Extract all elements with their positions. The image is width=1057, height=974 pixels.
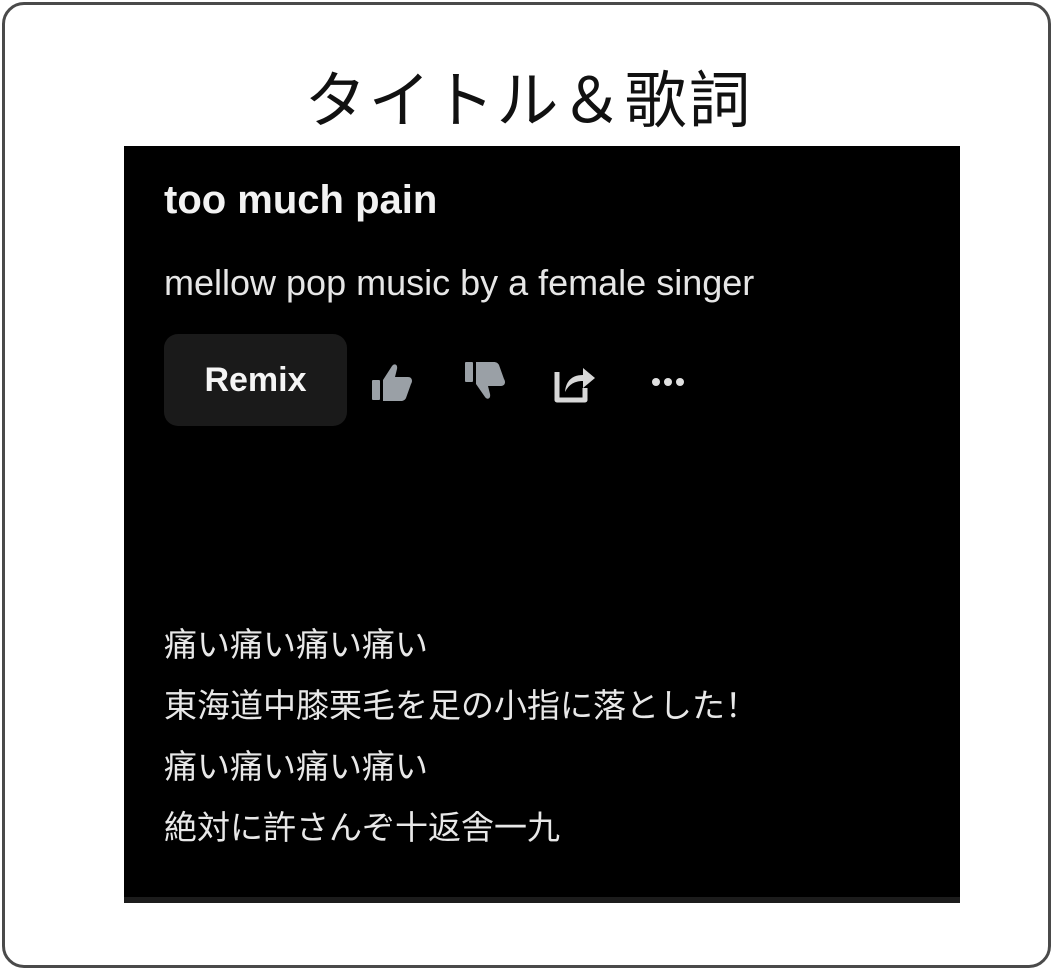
thumbs-down-icon[interactable]: [461, 358, 509, 406]
lyrics-block: 痛い痛い痛い痛い 東海道中膝栗毛を足の小指に落とした！ 痛い痛い痛い痛い 絶対に…: [164, 614, 758, 858]
lyric-line: 東海道中膝栗毛を足の小指に落とした！: [164, 686, 758, 725]
share-icon[interactable]: [551, 358, 599, 406]
lyric-line: 痛い痛い痛い痛い: [164, 747, 428, 786]
more-options-icon[interactable]: [644, 358, 692, 406]
song-title: too much pain: [164, 178, 438, 222]
song-panel: too much pain mellow pop music by a fema…: [124, 146, 960, 903]
remix-button[interactable]: Remix: [164, 334, 347, 426]
song-description: mellow pop music by a female singer: [164, 262, 755, 303]
thumbs-up-icon[interactable]: [368, 358, 416, 406]
lyric-line: 絶対に許さんぞ十返舎一九: [164, 808, 560, 847]
page-heading: タイトル＆歌詞: [304, 64, 753, 137]
lyric-line: 痛い痛い痛い痛い: [164, 625, 428, 664]
